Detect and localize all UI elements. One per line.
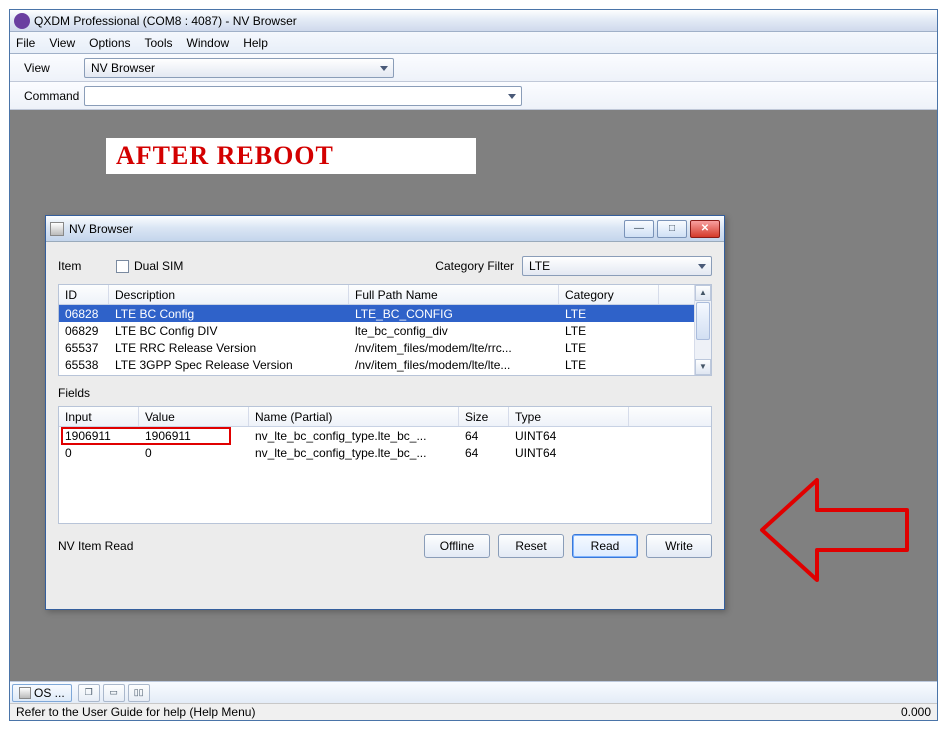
nv-status-text: NV Item Read	[58, 539, 133, 553]
reset-button[interactable]: Reset	[498, 534, 564, 558]
fcol-name[interactable]: Name (Partial)	[249, 407, 459, 426]
tile-vertical-button[interactable]: ▯▯	[128, 684, 150, 702]
fields-label: Fields	[58, 386, 712, 400]
menubar: File View Options Tools Window Help	[10, 32, 937, 54]
titlebar[interactable]: QXDM Professional (COM8 : 4087) - NV Bro…	[10, 10, 937, 32]
maximize-button[interactable]: □	[657, 220, 687, 238]
menu-help[interactable]: Help	[243, 36, 268, 50]
view-combo[interactable]: NV Browser	[84, 58, 394, 78]
window-arrange-buttons: ❐ ▭ ▯▯	[78, 684, 150, 702]
items-scrollbar[interactable]: ▲ ▼	[694, 285, 711, 375]
items-table: ID Description Full Path Name Category 0…	[58, 284, 712, 376]
nv-browser-titlebar[interactable]: NV Browser — □ ✕	[46, 216, 724, 242]
main-window: QXDM Professional (COM8 : 4087) - NV Bro…	[9, 9, 938, 721]
dualsim-checkbox[interactable]	[116, 260, 129, 273]
menu-view[interactable]: View	[49, 36, 75, 50]
minimize-button[interactable]: —	[624, 220, 654, 238]
offline-button[interactable]: Offline	[424, 534, 490, 558]
close-button[interactable]: ✕	[690, 220, 720, 238]
table-row[interactable]: 06828 LTE BC Config LTE_BC_CONFIG LTE	[59, 305, 711, 322]
dualsim-label: Dual SIM	[134, 259, 183, 273]
col-path[interactable]: Full Path Name	[349, 285, 559, 304]
view-combo-value: NV Browser	[91, 61, 155, 75]
menu-options[interactable]: Options	[89, 36, 130, 50]
category-filter-value: LTE	[529, 259, 550, 273]
write-button[interactable]: Write	[646, 534, 712, 558]
window-title: QXDM Professional (COM8 : 4087) - NV Bro…	[34, 14, 297, 28]
annotation-banner: AFTER REBOOT	[106, 138, 476, 174]
status-value: 0.000	[901, 705, 931, 719]
field-row[interactable]: 0 0 nv_lte_bc_config_type.lte_bc_... 64 …	[59, 444, 711, 461]
taskbar-item[interactable]: OS ...	[12, 684, 72, 702]
view-toolbar: View NV Browser	[10, 54, 937, 82]
read-button[interactable]: Read	[572, 534, 638, 558]
nv-browser-icon	[50, 222, 64, 236]
table-row[interactable]: 65538 LTE 3GPP Spec Release Version /nv/…	[59, 356, 711, 373]
item-label: Item	[58, 259, 116, 273]
fcol-size[interactable]: Size	[459, 407, 509, 426]
mdi-workspace: AFTER REBOOT NV Browser — □ ✕ Item Dual …	[10, 110, 937, 682]
nv-browser-window: NV Browser — □ ✕ Item Dual SIM Category …	[45, 215, 725, 610]
scroll-thumb[interactable]	[696, 302, 710, 340]
status-text: Refer to the User Guide for help (Help M…	[16, 705, 255, 719]
col-desc[interactable]: Description	[109, 285, 349, 304]
command-toolbar: Command	[10, 82, 937, 110]
category-filter-combo[interactable]: LTE	[522, 256, 712, 276]
scroll-down-icon[interactable]: ▼	[695, 359, 711, 375]
menu-file[interactable]: File	[16, 36, 35, 50]
view-label: View	[24, 61, 84, 75]
tile-horizontal-button[interactable]: ▭	[103, 684, 125, 702]
annotation-arrow-icon	[757, 470, 917, 590]
statusbar: Refer to the User Guide for help (Help M…	[10, 703, 937, 720]
fields-table: Input Value Name (Partial) Size Type 190…	[58, 406, 712, 524]
app-icon	[14, 13, 30, 29]
table-row[interactable]: 06829 LTE BC Config DIV lte_bc_config_di…	[59, 322, 711, 339]
fcol-value[interactable]: Value	[139, 407, 249, 426]
menu-window[interactable]: Window	[187, 36, 230, 50]
scroll-up-icon[interactable]: ▲	[695, 285, 711, 301]
fcol-type[interactable]: Type	[509, 407, 629, 426]
cascade-button[interactable]: ❐	[78, 684, 100, 702]
table-row[interactable]: 65537 LTE RRC Release Version /nv/item_f…	[59, 339, 711, 356]
command-label: Command	[24, 89, 84, 103]
field-row[interactable]: 1906911 1906911 nv_lte_bc_config_type.lt…	[59, 427, 711, 444]
col-id[interactable]: ID	[59, 285, 109, 304]
taskbar-window-icon	[19, 687, 31, 699]
fcol-input[interactable]: Input	[59, 407, 139, 426]
category-filter-label: Category Filter	[435, 259, 514, 273]
nv-browser-title: NV Browser	[69, 222, 133, 236]
mdi-taskbar: OS ... ❐ ▭ ▯▯	[10, 681, 937, 703]
menu-tools[interactable]: Tools	[145, 36, 173, 50]
col-cat[interactable]: Category	[559, 285, 659, 304]
command-combo[interactable]	[84, 86, 522, 106]
taskbar-item-label: OS ...	[34, 686, 65, 700]
